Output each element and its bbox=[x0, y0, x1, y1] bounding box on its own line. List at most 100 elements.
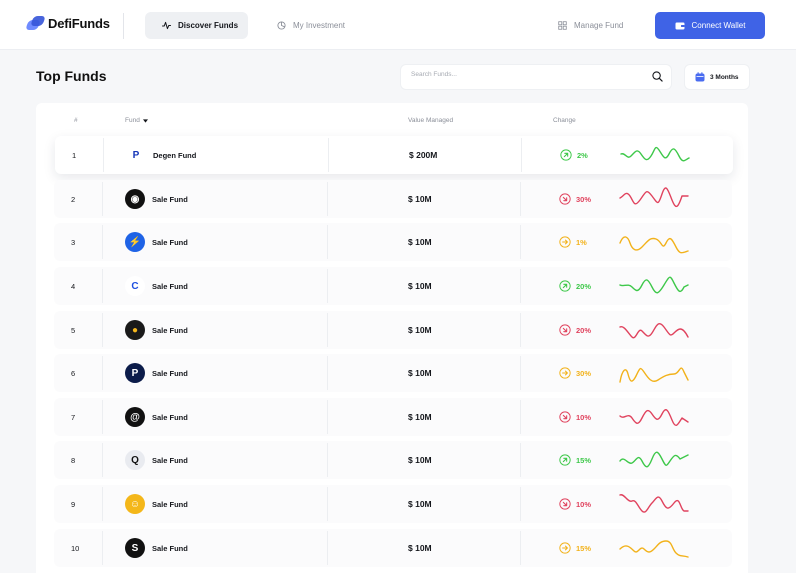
cell-divider bbox=[520, 225, 521, 259]
arrow-down-right-icon bbox=[559, 498, 571, 510]
change-value: 10% bbox=[576, 412, 592, 422]
arrow-down-right-icon bbox=[559, 193, 571, 205]
fund-name: Sale Fund bbox=[152, 543, 188, 553]
page-title: Top Funds bbox=[36, 68, 107, 84]
fund-cell[interactable]: Q Sale Fund bbox=[125, 441, 188, 479]
nav-my-investment[interactable]: My Investment bbox=[277, 12, 345, 39]
value-managed: $ 10M bbox=[408, 325, 432, 335]
connect-wallet-button[interactable]: Connect Wallet bbox=[655, 12, 765, 39]
change-value: 30% bbox=[576, 194, 592, 204]
table-row[interactable]: 10 S Sale Fund $ 10M 15% bbox=[54, 529, 732, 567]
table-row[interactable]: 2 ◉ Sale Fund $ 10M 30% bbox=[54, 180, 732, 218]
cell-divider bbox=[520, 313, 521, 347]
fund-name: Sale Fund bbox=[152, 194, 188, 204]
nav-divider bbox=[123, 13, 124, 39]
app-window: DefiFunds Discover Funds My Investment M… bbox=[0, 0, 796, 573]
column-header-value: Value Managed bbox=[408, 117, 454, 124]
cell-divider bbox=[520, 531, 521, 565]
sparkline-chart bbox=[619, 187, 689, 207]
table-row[interactable]: 4 C Sale Fund $ 10M 20% bbox=[54, 267, 732, 305]
arrow-up-right-icon bbox=[559, 454, 571, 466]
table-row[interactable]: 6 P Sale Fund $ 10M 30% bbox=[54, 354, 732, 392]
nav-investment-label: My Investment bbox=[293, 21, 346, 30]
table-row[interactable]: 7 @ Sale Fund $ 10M 10% bbox=[54, 398, 732, 436]
brand-name: DefiFunds bbox=[48, 15, 110, 31]
cell-divider bbox=[328, 138, 329, 172]
table-row[interactable]: 8 Q Sale Fund $ 10M 15% bbox=[54, 441, 732, 479]
change-cell: 15% bbox=[559, 529, 591, 567]
search-input[interactable] bbox=[411, 71, 641, 78]
row-rank: 1 bbox=[72, 150, 77, 160]
change-cell: 10% bbox=[559, 485, 591, 523]
change-value: 20% bbox=[576, 325, 592, 335]
fund-logo-icon: C bbox=[125, 276, 145, 296]
cell-divider bbox=[102, 400, 103, 434]
cell-divider bbox=[327, 487, 328, 521]
cell-divider bbox=[102, 531, 103, 565]
sparkline-chart bbox=[619, 323, 689, 339]
nav-discover-label: Discover Funds bbox=[178, 21, 239, 30]
fund-logo-icon: P bbox=[126, 145, 146, 165]
fund-name: Sale Fund bbox=[152, 455, 188, 465]
trend-sparkline bbox=[618, 223, 690, 261]
search-icon[interactable] bbox=[652, 71, 663, 82]
fund-name: Sale Fund bbox=[152, 412, 188, 422]
cell-divider bbox=[520, 182, 521, 216]
value-managed: $ 10M bbox=[408, 499, 432, 509]
trend-sparkline bbox=[618, 267, 690, 305]
arrow-up-right-icon bbox=[559, 280, 571, 292]
brand-logo[interactable]: DefiFunds bbox=[25, 15, 110, 31]
fund-cell[interactable]: P Sale Fund bbox=[125, 354, 188, 392]
row-rank: 6 bbox=[71, 368, 76, 378]
fund-name: Sale Fund bbox=[152, 499, 188, 509]
trend-sparkline bbox=[618, 529, 690, 567]
table-row[interactable]: 3 ⚡ Sale Fund $ 10M 1% bbox=[54, 223, 732, 261]
cell-divider bbox=[327, 225, 328, 259]
fund-cell[interactable]: C Sale Fund bbox=[125, 267, 188, 305]
fund-cell[interactable]: ● Sale Fund bbox=[125, 311, 188, 349]
column-header-fund[interactable]: Fund bbox=[125, 117, 148, 124]
fund-cell[interactable]: ◉ Sale Fund bbox=[125, 180, 188, 218]
sparkline-chart bbox=[619, 540, 689, 558]
change-cell: 2% bbox=[560, 136, 588, 174]
fund-name: Degen Fund bbox=[153, 150, 197, 160]
fund-cell[interactable]: ⚡ Sale Fund bbox=[125, 223, 188, 261]
sparkline-chart bbox=[620, 146, 690, 162]
fund-cell[interactable]: @ Sale Fund bbox=[125, 398, 188, 436]
cell-divider bbox=[327, 400, 328, 434]
change-cell: 1% bbox=[559, 223, 587, 261]
fund-cell[interactable]: S Sale Fund bbox=[125, 529, 188, 567]
row-rank: 10 bbox=[71, 543, 80, 553]
nav-manage-fund[interactable]: Manage Fund bbox=[558, 12, 623, 39]
fund-logo-icon: ☺ bbox=[125, 494, 145, 514]
table-row[interactable]: 9 ☺ Sale Fund $ 10M 10% bbox=[54, 485, 732, 523]
trend-sparkline bbox=[618, 485, 690, 523]
period-filter-button[interactable]: 3 Months bbox=[684, 64, 750, 90]
change-cell: 30% bbox=[559, 180, 591, 218]
value-managed: $ 10M bbox=[408, 194, 432, 204]
sparkline-chart bbox=[619, 367, 689, 383]
arrow-right-icon bbox=[559, 367, 571, 379]
cell-divider bbox=[327, 313, 328, 347]
cell-divider bbox=[102, 443, 103, 477]
nav-discover-funds[interactable]: Discover Funds bbox=[145, 12, 248, 39]
trend-sparkline bbox=[618, 398, 690, 436]
value-managed: $ 200M bbox=[409, 150, 438, 160]
change-value: 1% bbox=[576, 237, 587, 247]
row-rank: 9 bbox=[71, 499, 76, 509]
sparkline-chart bbox=[619, 451, 689, 468]
grid-icon bbox=[558, 21, 567, 30]
cell-divider bbox=[327, 443, 328, 477]
change-cell: 30% bbox=[559, 354, 591, 392]
fund-logo-icon: ● bbox=[125, 320, 145, 340]
arrow-right-icon bbox=[559, 542, 571, 554]
fund-name: Sale Fund bbox=[152, 368, 188, 378]
cell-divider bbox=[103, 138, 104, 172]
table-row[interactable]: 5 ● Sale Fund $ 10M 20% bbox=[54, 311, 732, 349]
fund-cell[interactable]: P Degen Fund bbox=[126, 136, 196, 174]
fund-cell[interactable]: ☺ Sale Fund bbox=[125, 485, 188, 523]
table-row[interactable]: 1 P Degen Fund $ 200M 2% bbox=[55, 136, 733, 174]
cell-divider bbox=[520, 443, 521, 477]
arrow-down-right-icon bbox=[559, 324, 571, 336]
cell-divider bbox=[520, 400, 521, 434]
